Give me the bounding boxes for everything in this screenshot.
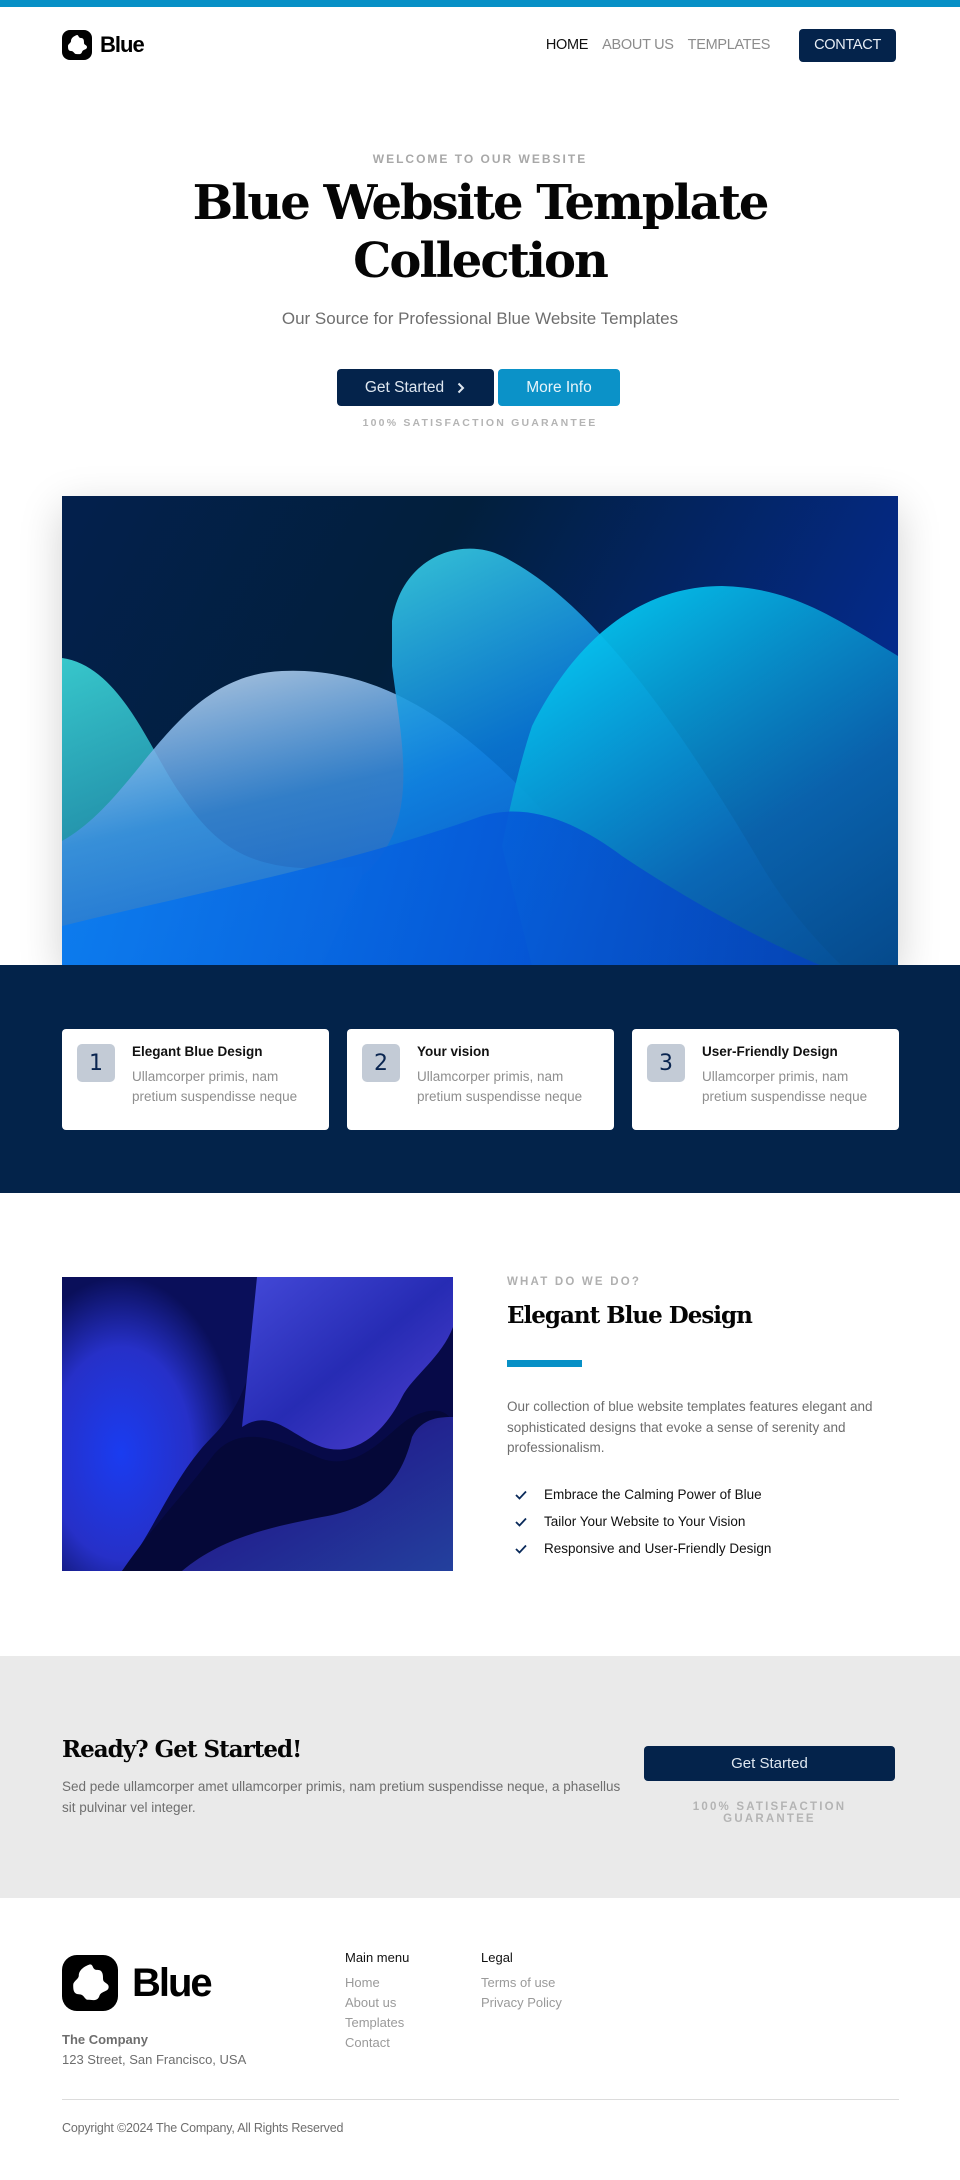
footer-link-contact[interactable]: Contact [345,2033,409,2053]
more-info-button[interactable]: More Info [498,369,620,406]
hero-title-line1: Blue Website Template [192,175,770,231]
nav-home[interactable]: HOME [546,37,589,53]
hero-waves-illustration [62,496,898,966]
feature-card: 1 Elegant Blue Design Ullamcorper primis… [62,1029,329,1130]
hero-eyebrow: WELCOME TO OUR WEBSITE [372,152,588,166]
checklist-label: Responsive and User-Friendly Design [544,1541,772,1556]
feature-number: 3 [647,1044,685,1082]
feature-description: Ullamcorper primis, nam pretium suspendi… [417,1069,583,1104]
footer-link-templates[interactable]: Templates [345,2013,409,2033]
feature-title: Your vision [417,1044,490,1059]
site-header: Blue HOME ABOUT US TEMPLATES CONTACT [62,28,896,62]
feature-card: 2 Your vision Ullamcorper primis, nam pr… [347,1029,614,1130]
feature-number: 2 [362,1044,400,1082]
accent-divider [507,1360,582,1367]
footer-link-about-us[interactable]: About us [345,1993,409,2013]
checklist-label: Embrace the Calming Power of Blue [544,1487,762,1502]
logo-mark-icon [62,30,92,60]
feature-title: Elegant Blue Design [132,1044,263,1059]
cta-button-label: Get Started [731,1755,808,1772]
logo[interactable]: Blue [62,30,145,60]
footer-legal: Legal Terms of use Privacy Policy [481,1950,562,2013]
footer-link-privacy[interactable]: Privacy Policy [481,1993,562,2013]
logo-mark-icon [62,1955,118,2011]
footer-col-title: Main menu [345,1950,410,1965]
abstract-blob-illustration [62,1277,453,1571]
footer-link-terms[interactable]: Terms of use [481,1973,562,1993]
footer-logo[interactable]: Blue [62,1955,213,2011]
contact-button[interactable]: CONTACT [799,28,896,62]
cta-get-started-button[interactable]: Get Started [644,1746,895,1781]
cta-section: Ready? Get Started! Sed pede ullamcorper… [0,1656,960,1898]
feature-description: Ullamcorper primis, nam pretium suspendi… [702,1069,868,1104]
feature-number: 1 [77,1044,115,1082]
checklist-item: Tailor Your Website to Your Vision [514,1508,771,1535]
copyright: Copyright ©2024 The Company, All Rights … [62,2121,344,2135]
top-accent-bar [0,0,960,7]
feature-checklist: Embrace the Calming Power of Blue Tailor… [514,1481,771,1562]
feature-description: Ullamcorper primis, nam pretium suspendi… [132,1069,298,1104]
footer-logo-text: Blue [132,1960,213,2005]
footer-divider [62,2099,899,2100]
get-started-button[interactable]: Get Started [337,369,494,406]
about-image [62,1277,453,1571]
features-section: 1 Elegant Blue Design Ullamcorper primis… [0,965,960,1193]
checklist-item: Responsive and User-Friendly Design [514,1535,771,1562]
company-name: The Company [62,2032,148,2047]
cta-guarantee: 100% SATISFACTION GUARANTEE [692,1801,847,1825]
cta-text: Sed pede ullamcorper amet ullamcorper pr… [62,1779,621,1815]
cta-title: Ready? Get Started! [62,1736,302,1763]
hero-image [62,496,898,966]
check-icon [515,1517,527,1527]
footer-link-home[interactable]: Home [345,1973,409,1993]
about-text: Our collection of blue website templates… [507,1399,873,1455]
about-eyebrow: WHAT DO WE DO? [507,1276,642,1288]
hero-subtitle: Our Source for Professional Blue Website… [281,309,679,328]
footer-col-title: Legal [481,1950,513,1965]
checklist-label: Tailor Your Website to Your Vision [544,1514,746,1529]
nav-about-us[interactable]: ABOUT US [602,37,674,53]
footer-main-menu: Main menu Home About us Templates Contac… [345,1950,409,2053]
main-nav: HOME ABOUT US TEMPLATES CONTACT [532,28,896,62]
feature-card: 3 User-Friendly Design Ullamcorper primi… [632,1029,899,1130]
hero-title-line2: Collection [353,233,609,289]
more-info-label: More Info [526,378,592,396]
chevron-right-icon [457,382,465,393]
hero-guarantee: 100% SATISFACTION GUARANTEE [362,417,598,429]
hero-buttons: Get Started More Info [337,369,620,406]
company-address: 123 Street, San Francisco, USA [62,2052,247,2067]
check-icon [515,1490,527,1500]
get-started-label: Get Started [364,378,445,396]
feature-title: User-Friendly Design [702,1044,838,1059]
checklist-item: Embrace the Calming Power of Blue [514,1481,771,1508]
about-title: Elegant Blue Design [507,1302,753,1329]
logo-text: Blue [100,32,145,57]
check-icon [515,1544,527,1554]
hero-title: Blue Website Template Collection [0,174,960,290]
nav-templates[interactable]: TEMPLATES [688,37,771,53]
